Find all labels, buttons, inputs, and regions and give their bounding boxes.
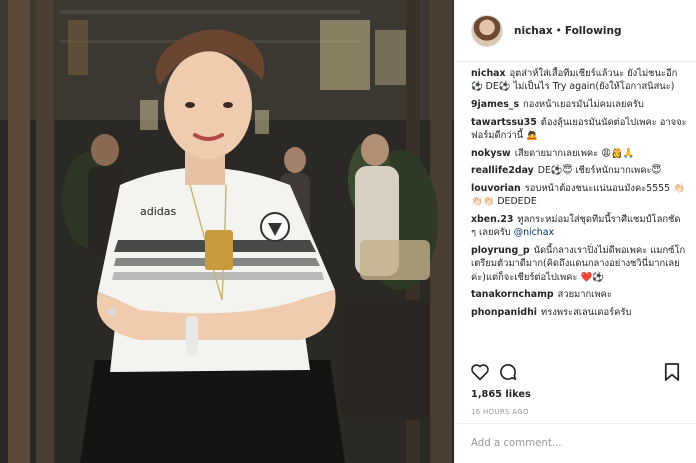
header-user-line: nichax • Following [514, 25, 622, 37]
speech-bubble-icon [500, 364, 517, 380]
comments-list[interactable]: nichax อุตส่าห์ใส่เสื้อทีมเชียร์แล้วนะ ยั… [471, 67, 687, 349]
comment-username[interactable]: phonpanidhi [471, 307, 537, 318]
header-dot-separator: • [555, 24, 562, 37]
comment-text: เสียดายมากเลยเพคะ 😩👸🙏 [514, 147, 635, 159]
save-button[interactable] [661, 361, 683, 383]
comment-item: tawartssu35 ต้องลุ้นเยอรมันนัดต่อไปเพคะ อ… [471, 116, 687, 143]
comment-username[interactable]: reallife2day [471, 165, 534, 176]
likes-count[interactable]: 1,865 likes [471, 389, 531, 400]
comment-username[interactable]: louvorian [471, 183, 521, 194]
avatar[interactable] [471, 14, 503, 47]
comment-mention-link[interactable]: @nichax [514, 227, 554, 238]
comment-text: ทรงพระสเลนเดอร์ครับ [541, 306, 632, 318]
caption-username[interactable]: nichax [471, 68, 506, 79]
instagram-post-modal: adidas nichax • Following nichax อุตส่าห์ใส… [0, 0, 696, 463]
comment-item: reallife2day DE⚽😇 เชียร์หนักมากเพคะ😇 [471, 164, 687, 177]
comment-button[interactable] [497, 361, 519, 383]
bookmark-icon [664, 363, 680, 381]
following-button[interactable]: Following [565, 25, 622, 37]
comment-username[interactable]: xben.23 [471, 214, 513, 225]
post-actions [469, 359, 683, 385]
header-username[interactable]: nichax [514, 25, 553, 37]
comment-username[interactable]: tawartssu35 [471, 117, 537, 128]
comment-username[interactable]: tanakornchamp [471, 289, 554, 300]
comment-item: xben.23 ทูลกระหม่อมใส่ชุดทีมนี้ราศีแชมป์โ… [471, 213, 687, 240]
post-photo-illustration: adidas [0, 0, 454, 463]
like-button[interactable] [469, 361, 491, 383]
comment-item: louvorian รอบหน้าต้องชนะแน่นอนมังคะ5555 👏… [471, 182, 687, 209]
comment-item: 9james_s กองหน้าเยอรมันไม่คมเลยครับ [471, 98, 687, 111]
comment-username[interactable]: ployrung_p [471, 245, 530, 256]
comment-item: tanakornchamp สวยมากเพคะ [471, 288, 687, 301]
comment-text: DE⚽😇 เชียร์หนักมากเพคะ😇 [537, 165, 662, 177]
post-sidebar: nichax • Following nichax อุตส่าห์ใส่เสื้อท… [454, 0, 696, 463]
post-timestamp[interactable]: 16 HOURS AGO [471, 408, 529, 416]
heart-icon [471, 364, 489, 381]
comment-username[interactable]: nokysw [471, 148, 511, 159]
comment-item: ployrung_p นัดนี้กลางเราปิ่งไม่ดีพอเพคะ แ… [471, 244, 687, 284]
comment-text: สวยมากเพคะ [557, 289, 612, 301]
comment-item: phonpanidhi ทรงพระสเลนเดอร์ครับ [471, 306, 687, 319]
add-comment-input[interactable]: Add a comment... [455, 423, 696, 463]
comment-username[interactable]: 9james_s [471, 99, 519, 110]
comment-item: nokysw เสียดายมากเลยเพคะ 😩👸🙏 [471, 147, 687, 160]
caption: nichax อุตส่าห์ใส่เสื้อทีมเชียร์แล้วนะ ยั… [471, 67, 687, 94]
post-header: nichax • Following [455, 0, 696, 62]
comment-text: กองหน้าเยอรมันไม่คมเลยครับ [523, 99, 644, 110]
jersey-brand-text: adidas [140, 205, 177, 218]
post-photo[interactable]: adidas [0, 0, 454, 463]
